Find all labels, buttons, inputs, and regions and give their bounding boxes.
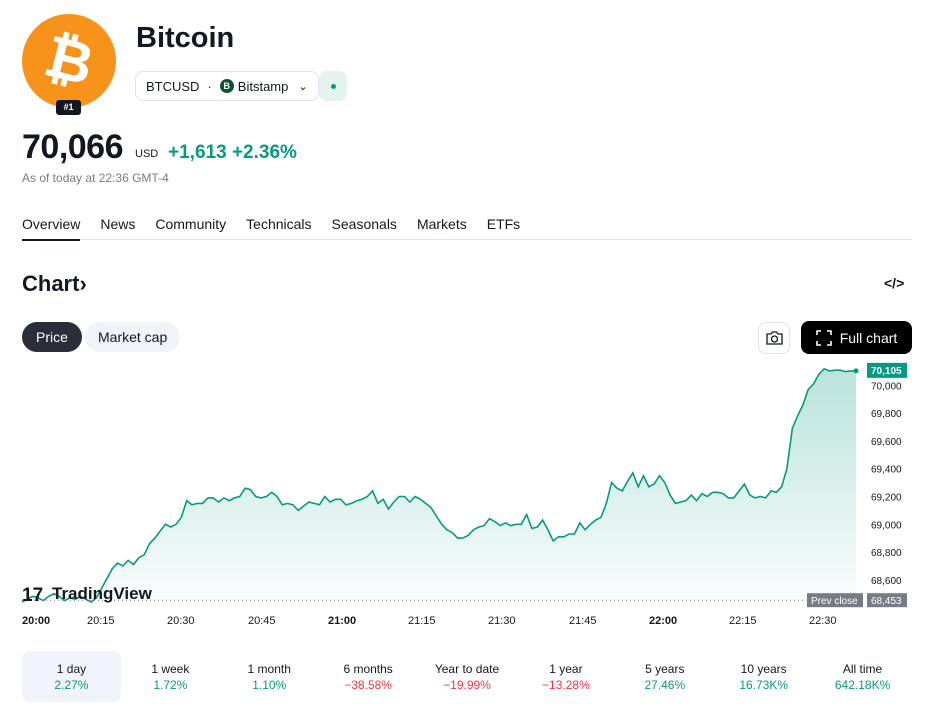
prev-close-value: 68,453: [871, 596, 902, 607]
y-tick-label: 69,600: [871, 437, 902, 448]
fullscreen-icon: [815, 329, 832, 346]
period-year-to-date[interactable]: Year to date −19.99%: [418, 651, 517, 702]
x-tick-label: 21:15: [408, 615, 436, 627]
period-1-week[interactable]: 1 week 1.72%: [121, 651, 220, 702]
period-label: 1 month: [247, 662, 291, 676]
quote-timestamp: As of today at 22:36 GMT-4: [22, 171, 169, 185]
bitstamp-icon: B: [219, 79, 234, 93]
period-label: 1 day: [56, 662, 87, 676]
rank-badge: #1: [56, 100, 81, 115]
period-label: Year to date: [434, 662, 500, 676]
snapshot-button[interactable]: [758, 322, 790, 354]
period-label: 6 months: [343, 662, 393, 676]
y-tick-label: 69,200: [871, 492, 902, 503]
period-value: 27.46%: [644, 678, 686, 692]
period-10-years[interactable]: 10 years 16.73K%: [714, 651, 813, 702]
market-cap-toggle-button[interactable]: Market cap: [85, 322, 181, 352]
period-value: −38.58%: [344, 678, 392, 692]
period-5-years[interactable]: 5 years 27.46%: [615, 651, 714, 702]
separator-dot: ·: [207, 78, 212, 94]
x-tick-label: 20:30: [167, 615, 195, 627]
y-tick-label: 69,400: [871, 465, 902, 476]
tab-technicals[interactable]: Technicals: [246, 216, 311, 240]
period-label: 10 years: [740, 662, 787, 676]
x-tick-label: 21:30: [488, 615, 516, 627]
tab-markets[interactable]: Markets: [417, 216, 467, 240]
code-icon[interactable]: </>: [884, 275, 904, 291]
period-value: 1.10%: [252, 678, 287, 692]
chart-title-text: Chart: [22, 271, 80, 296]
tab-overview[interactable]: Overview: [22, 216, 81, 241]
period-value: −13.28%: [542, 678, 590, 692]
x-tick-label: 22:00: [649, 615, 677, 627]
price-chart[interactable]: 68,600 68,800 69,000 69,200 69,400 69,600 69,8…: [0, 360, 931, 632]
market-status-indicator[interactable]: [319, 71, 347, 101]
x-tick-label: 22:15: [729, 615, 757, 627]
period-value: −19.99%: [443, 678, 491, 692]
camera-icon: [765, 331, 783, 345]
y-tick-label: 69,000: [871, 520, 902, 531]
period-label: 1 week: [151, 662, 190, 676]
chevron-right-icon: ›: [79, 271, 87, 296]
bitcoin-logo-icon: ₿: [22, 14, 116, 108]
period-1-month[interactable]: 1 month 1.10%: [220, 651, 319, 702]
last-price: 70,066: [22, 128, 124, 166]
full-chart-button[interactable]: Full chart: [801, 321, 912, 354]
full-chart-label: Full chart: [839, 329, 898, 346]
x-tick-label: 20:45: [248, 615, 276, 627]
price-toggle-button[interactable]: Price: [22, 322, 82, 352]
period-label: 5 years: [645, 662, 685, 676]
prev-close-label: Prev close: [811, 596, 858, 607]
period-1-year[interactable]: 1 year −13.28%: [516, 651, 615, 702]
tab-community[interactable]: Community: [155, 216, 226, 240]
x-tick-label: 21:45: [569, 615, 597, 627]
last-price-label: 70,105: [871, 366, 902, 377]
currency-label: USD: [135, 148, 159, 160]
tradingview-watermark: TradingView: [52, 584, 153, 603]
period-label: 1 year: [549, 662, 583, 676]
chart-section-title[interactable]: Chart›: [22, 271, 87, 297]
section-tabs: Overview News Community Technicals Seaso…: [22, 216, 912, 241]
symbol-selector[interactable]: BTCUSD · B Bitstamp ⌄: [135, 71, 319, 101]
svg-text:₿: ₿: [38, 23, 100, 98]
period-value: 1.72%: [153, 678, 188, 692]
x-tick-label: 22:30: [809, 615, 837, 627]
period-value: 642.18K%: [834, 678, 891, 692]
x-tick-label: 20:00: [22, 615, 50, 627]
tradingview-logo-icon: 17: [22, 585, 43, 606]
tab-etfs[interactable]: ETFs: [487, 216, 520, 240]
period-all-time[interactable]: All time 642.18K%: [813, 651, 912, 702]
period-value: 2.27%: [54, 678, 89, 692]
performance-periods: 1 day 2.27% 1 week 1.72% 1 month 1.10% 6 mo…: [22, 651, 912, 702]
exchange-label: Bitstamp: [237, 78, 289, 94]
tab-news[interactable]: News: [100, 216, 135, 240]
last-price-dot: [853, 368, 859, 374]
change-value: +1,613: [168, 142, 227, 163]
x-tick-label: 20:15: [87, 615, 115, 627]
y-tick-label: 69,800: [871, 409, 902, 420]
price-area: [22, 368, 856, 602]
tab-seasonals[interactable]: Seasonals: [332, 216, 397, 240]
price-change: +1,613 +2.36%: [168, 142, 297, 164]
y-tick-label: 68,600: [871, 576, 902, 587]
period-value: 16.73K%: [739, 678, 789, 692]
asset-title: Bitcoin: [136, 22, 235, 54]
change-percent: +2.36%: [231, 142, 297, 163]
y-tick-label: 68,800: [871, 548, 902, 559]
chevron-down-icon: ⌄: [298, 80, 308, 93]
symbol-label: BTCUSD: [146, 78, 200, 94]
x-tick-label: 21:00: [328, 615, 356, 627]
period-1-day[interactable]: 1 day 2.27%: [22, 651, 121, 702]
status-dot-icon: [330, 83, 336, 89]
y-tick-label: 70,000: [871, 381, 902, 392]
period-6-months[interactable]: 6 months −38.58%: [319, 651, 418, 702]
period-label: All time: [842, 662, 883, 676]
